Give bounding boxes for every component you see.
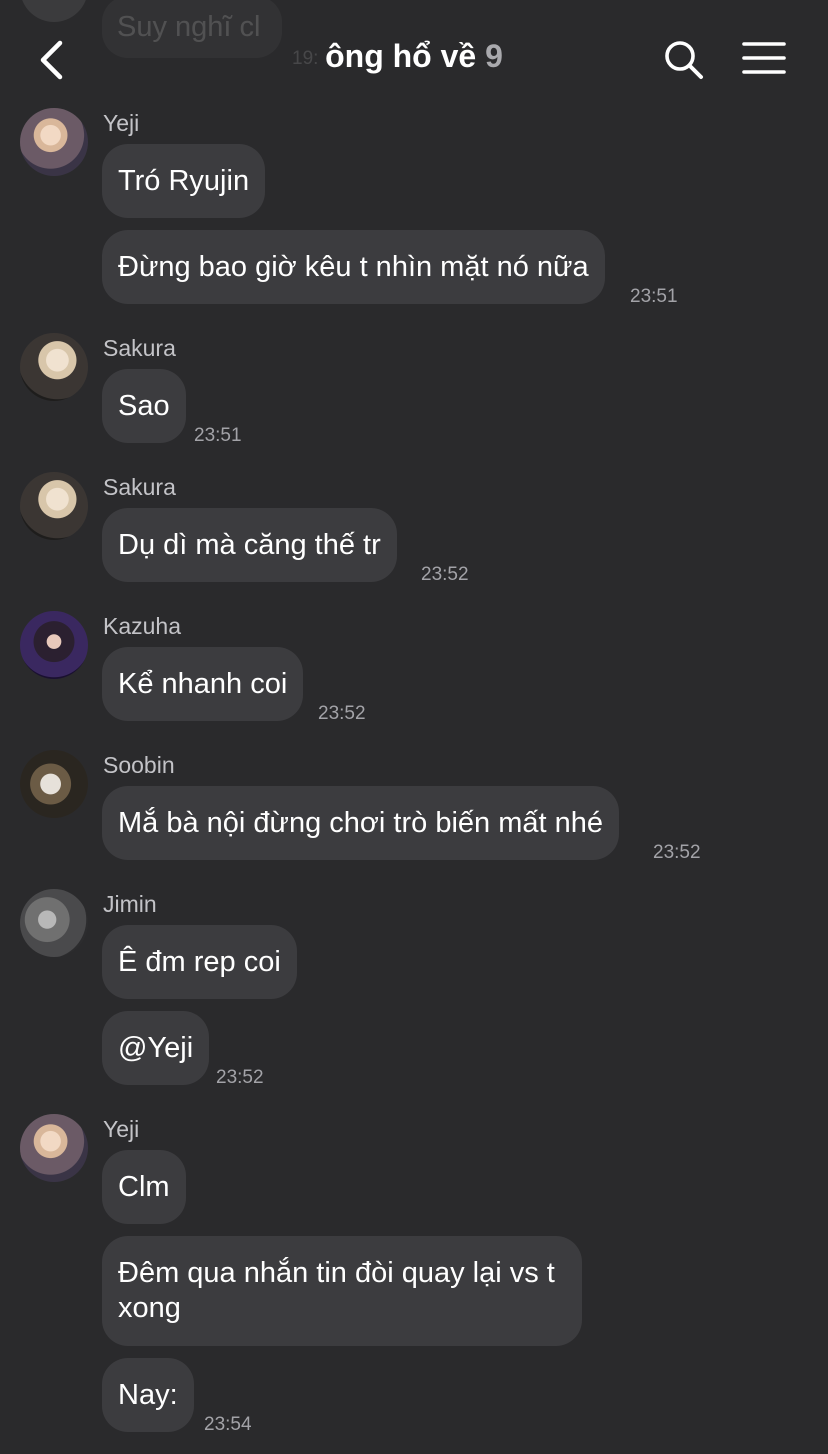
chat-screen: Suy nghĩ cl 19: ông hổ về 9 Yeji Tró Ryu… xyxy=(0,0,828,1454)
message-bubble[interactable]: Ê đm rep coi xyxy=(102,925,297,999)
message-bubble[interactable]: Kể nhanh coi xyxy=(102,647,304,721)
chat-header: Suy nghĩ cl 19: ông hổ về 9 xyxy=(0,0,828,100)
avatar[interactable] xyxy=(20,611,88,679)
message-time: 23:51 xyxy=(194,425,242,446)
avatar[interactable] xyxy=(20,472,88,540)
message-bubble[interactable]: Dụ dì mà căng thế tr xyxy=(102,508,397,582)
message-bubble[interactable]: Tró Ryujin xyxy=(102,144,266,218)
message-bubble[interactable]: Đừng bao giờ kêu t nhìn mặt nó nữa xyxy=(102,230,605,304)
member-count: 9 xyxy=(485,38,503,74)
avatar[interactable] xyxy=(20,889,88,957)
message-bubble[interactable]: Nay: xyxy=(102,1358,194,1432)
sender-name: Sakura xyxy=(103,474,176,500)
message-bubble[interactable]: Đêm qua nhắn tin đòi quay lại vs t xong xyxy=(102,1236,582,1346)
message-time: 23:52 xyxy=(216,1067,264,1088)
sender-name: Yeji xyxy=(103,110,140,136)
avatar xyxy=(20,0,88,22)
sender-name: Sakura xyxy=(103,335,176,361)
sender-name: Kazuha xyxy=(103,613,182,639)
sender-name: Soobin xyxy=(103,752,175,778)
sender-name: Jimin xyxy=(103,891,157,917)
sender-name: Yeji xyxy=(103,1116,140,1142)
message-time: 23:52 xyxy=(318,703,366,724)
message-bubble[interactable]: @Yeji xyxy=(102,1011,210,1085)
message-bubble[interactable]: Mắ bà nội đừng chơi trò biến mất nhé xyxy=(102,786,619,860)
message-bubble[interactable]: Clm xyxy=(102,1150,186,1224)
message-time: 19: xyxy=(292,48,319,69)
avatar[interactable] xyxy=(20,1114,88,1182)
search-icon xyxy=(665,41,703,79)
message-time: 23:52 xyxy=(421,564,469,585)
menu-button[interactable] xyxy=(742,40,786,76)
back-button[interactable] xyxy=(34,38,74,82)
hamburger-menu-icon xyxy=(742,42,786,74)
message-bubble[interactable]: Suy nghĩ cl xyxy=(102,0,282,58)
message-time: 23:54 xyxy=(204,1414,252,1435)
message-time: 23:51 xyxy=(630,286,678,307)
message-bubble[interactable]: Sao xyxy=(102,369,186,443)
group-name: ông hổ về xyxy=(325,38,477,74)
search-button[interactable] xyxy=(662,38,706,82)
chevron-left-icon xyxy=(40,40,63,80)
avatar[interactable] xyxy=(20,750,88,818)
message-time: 23:52 xyxy=(653,842,701,863)
avatar[interactable] xyxy=(20,333,88,401)
avatar[interactable] xyxy=(20,108,88,176)
